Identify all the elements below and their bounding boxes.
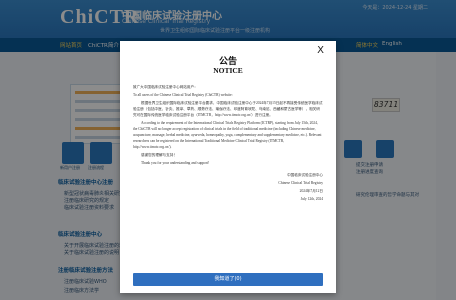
modal-title-en: NOTICE	[213, 66, 243, 75]
signature-date: 2024年7月12日	[299, 189, 323, 193]
body-paragraph: 根据世界卫生组织国际临床试验注册平台要求，中国临床试验注册中心于2024年7月1…	[133, 101, 323, 117]
acknowledge-button[interactable]: 我知道了(0)	[133, 273, 323, 286]
body-paragraph: Thank you for your understanding and sup…	[141, 161, 210, 165]
signature-line: Chinese Clinical Trial Registry	[278, 181, 323, 185]
body-paragraph: 感谢您的理解与支持！	[141, 153, 177, 157]
body-paragraph: To all users of the Chinese Clinical Tri…	[133, 93, 233, 97]
notice-modal: X 公告 NOTICE 致广大中国临床试验注册中心网站用户： To all us…	[120, 41, 336, 293]
body-paragraph: 致广大中国临床试验注册中心网站用户：	[133, 85, 198, 89]
signature-date: July 12th, 2024	[300, 197, 323, 201]
signature-line: 中国临床试验注册中心	[287, 173, 323, 177]
modal-body[interactable]: 致广大中国临床试验注册中心网站用户： To all users of the C…	[133, 84, 323, 270]
body-paragraph: According to the requirement of the Inte…	[133, 121, 322, 149]
